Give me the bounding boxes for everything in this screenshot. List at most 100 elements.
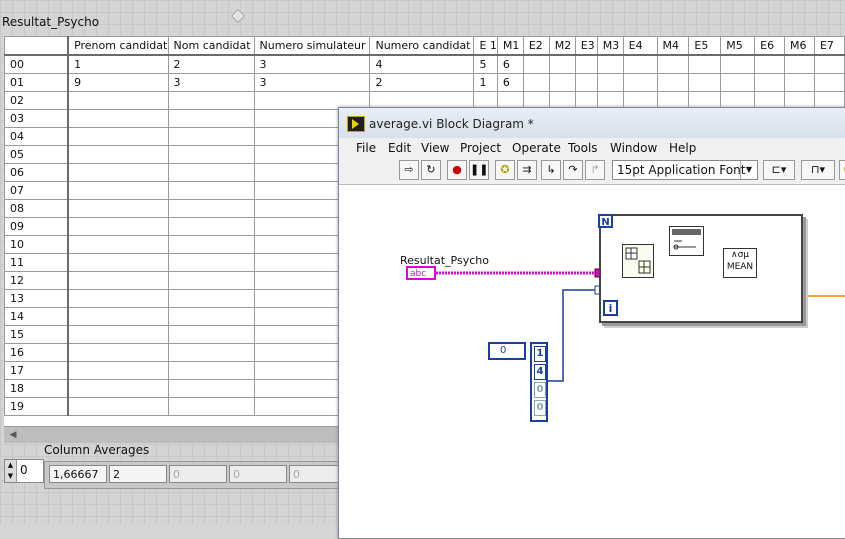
table-cell[interactable] <box>688 73 722 92</box>
loop-iteration-terminal[interactable]: i <box>603 300 618 316</box>
table-cell[interactable] <box>167 379 255 398</box>
table-cell[interactable] <box>167 91 255 110</box>
table-cell[interactable] <box>67 163 169 182</box>
table-cell[interactable] <box>67 289 169 308</box>
column-header[interactable]: M5 <box>720 36 756 56</box>
table-cell[interactable] <box>720 54 756 74</box>
table-cell[interactable]: 5 <box>473 54 498 74</box>
index-stepper-icon[interactable]: ▲ ▼ <box>5 460 17 482</box>
table-cell[interactable]: 1 <box>67 54 169 74</box>
table-cell[interactable] <box>622 73 658 92</box>
table-cell[interactable] <box>167 181 255 200</box>
mean-function[interactable]: ∧σμ MEAN <box>723 248 757 278</box>
table-cell[interactable] <box>522 73 550 92</box>
table-cell[interactable] <box>167 217 255 236</box>
step-out-icon[interactable]: ↱ <box>585 160 605 180</box>
font-select[interactable]: 15pt Application Font ▼ <box>612 160 758 180</box>
table-cell[interactable]: 6 <box>496 54 524 74</box>
table-cell[interactable] <box>167 361 255 380</box>
array-element[interactable]: 4 <box>534 364 546 380</box>
table-cell[interactable]: 3 <box>253 73 371 92</box>
menu-edit[interactable]: Edit <box>388 141 411 155</box>
table-cell[interactable]: 2 <box>369 73 475 92</box>
distribute-objects-icon[interactable]: ⊓▾ <box>801 160 835 180</box>
highlight-execution-icon[interactable]: ✪ <box>495 160 515 180</box>
table-cell[interactable]: 4 <box>369 54 475 74</box>
string-constant[interactable]: abc <box>406 266 436 280</box>
column-header[interactable]: M3 <box>596 36 624 56</box>
table-cell[interactable] <box>67 235 169 254</box>
align-objects-icon[interactable]: ⊏▾ <box>763 160 795 180</box>
table-cell[interactable] <box>167 325 255 344</box>
table-cell[interactable] <box>67 343 169 362</box>
table-cell[interactable] <box>622 54 658 74</box>
table-cell[interactable] <box>67 91 169 110</box>
menu-operate[interactable]: Operate <box>512 141 561 155</box>
table-cell[interactable] <box>67 181 169 200</box>
table-cell[interactable] <box>596 54 624 74</box>
table-cell[interactable] <box>67 109 169 128</box>
menu-window[interactable]: Window <box>610 141 657 155</box>
table-cell[interactable] <box>67 397 169 416</box>
title-bar[interactable]: average.vi Block Diagram * <box>339 108 845 138</box>
array-element[interactable]: 0 <box>534 382 546 398</box>
run-icon[interactable]: ⇨ <box>399 160 419 180</box>
table-cell[interactable] <box>720 73 756 92</box>
table-cell[interactable] <box>548 54 576 74</box>
table-cell[interactable] <box>813 73 845 92</box>
index-array-icon[interactable] <box>669 226 704 256</box>
column-header[interactable]: Nom candidat <box>167 36 255 56</box>
table-cell[interactable] <box>67 379 169 398</box>
table-cell[interactable] <box>167 307 255 326</box>
array-index-control[interactable]: 0 <box>488 342 526 360</box>
column-header[interactable]: E5 <box>688 36 722 56</box>
table-cell[interactable] <box>167 163 255 182</box>
table-cell[interactable] <box>574 73 598 92</box>
table-cell[interactable] <box>67 145 169 164</box>
column-header[interactable]: Prenom candidat <box>67 36 169 56</box>
cleanup-diagram-icon[interactable]: ☺ <box>839 160 845 180</box>
table-cell[interactable] <box>784 54 815 74</box>
table-cell[interactable] <box>522 54 550 74</box>
column-header[interactable]: E4 <box>622 36 658 56</box>
table-cell[interactable] <box>596 73 624 92</box>
column-header[interactable]: Numero simulateur <box>253 36 371 56</box>
table-cell[interactable] <box>167 199 255 218</box>
table-cell[interactable] <box>67 127 169 146</box>
step-into-icon[interactable]: ↳ <box>541 160 561 180</box>
table-cell[interactable] <box>167 289 255 308</box>
column-header[interactable]: M1 <box>496 36 524 56</box>
abort-icon[interactable]: ● <box>447 160 467 180</box>
table-cell[interactable] <box>688 54 722 74</box>
column-header[interactable]: M6 <box>784 36 815 56</box>
array-element[interactable]: 0 <box>534 400 546 416</box>
array-constant[interactable]: 1 4 0 0 <box>530 342 548 422</box>
step-over-icon[interactable]: ↷ <box>563 160 583 180</box>
menu-file[interactable]: File <box>356 141 376 155</box>
column-header[interactable]: E 1 <box>473 36 498 56</box>
spreadsheet-string-to-array-icon[interactable] <box>622 244 654 278</box>
scroll-left-icon[interactable]: ◀ <box>4 427 22 443</box>
column-header[interactable]: E7 <box>813 36 845 56</box>
table-cell[interactable]: 3 <box>253 54 371 74</box>
table-cell[interactable] <box>167 271 255 290</box>
table-cell[interactable] <box>574 54 598 74</box>
table-cell[interactable] <box>67 307 169 326</box>
table-cell[interactable]: 2 <box>167 54 255 74</box>
column-header[interactable]: E3 <box>574 36 598 56</box>
table-cell[interactable] <box>67 271 169 290</box>
column-header[interactable]: E6 <box>754 36 786 56</box>
menu-project[interactable]: Project <box>460 141 501 155</box>
table-cell[interactable]: 6 <box>496 73 524 92</box>
table-cell[interactable] <box>67 217 169 236</box>
table-cell[interactable]: 3 <box>167 73 255 92</box>
table-cell[interactable] <box>67 253 169 272</box>
retain-wire-values-icon[interactable]: ⇉ <box>517 160 537 180</box>
table-cell[interactable] <box>656 54 690 74</box>
table-cell[interactable] <box>67 361 169 380</box>
menu-view[interactable]: View <box>421 141 449 155</box>
table-cell[interactable] <box>167 145 255 164</box>
menu-tools[interactable]: Tools <box>568 141 598 155</box>
run-continuously-icon[interactable]: ↻ <box>421 160 441 180</box>
table-cell[interactable] <box>167 397 255 416</box>
